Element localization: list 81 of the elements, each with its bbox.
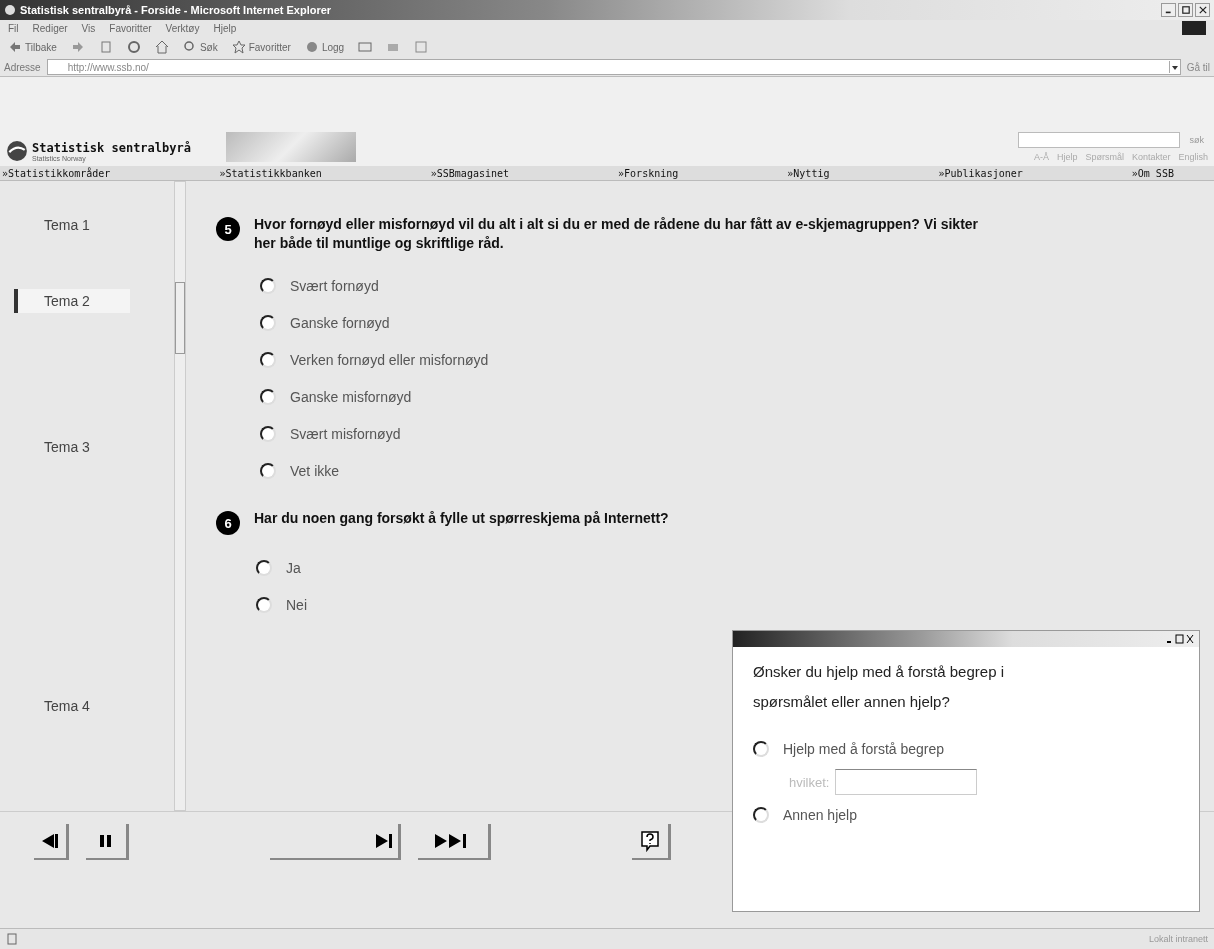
- menu-item[interactable]: Vis: [81, 22, 96, 34]
- close-button[interactable]: [1195, 3, 1210, 17]
- toolbar-button[interactable]: Favoritter: [231, 40, 291, 54]
- question-number: 6: [216, 511, 240, 535]
- window-title: Statistisk sentralbyrå - Forside - Microsoft Internet Explorer: [20, 4, 333, 16]
- toolbar-icon: [358, 40, 373, 54]
- menu-item[interactable]: Hjelp: [213, 22, 237, 34]
- toolbar-icon: [98, 40, 113, 54]
- go-button[interactable]: Gå til: [1186, 61, 1210, 73]
- topic-tab[interactable]: Tema 2: [14, 289, 130, 313]
- question-number: 5: [216, 217, 240, 241]
- radio-button[interactable]: [260, 314, 276, 331]
- menu-item[interactable]: Verktøy: [165, 22, 200, 34]
- site-name: Statistisk sentralbyrå: [32, 140, 191, 155]
- search-field[interactable]: [1017, 132, 1180, 148]
- toolbar-icon: [231, 40, 246, 54]
- toolbar-button[interactable]: Tilbake: [8, 40, 57, 54]
- address-label: Adresse: [4, 61, 41, 73]
- security-zone: Lokalt intranett: [1148, 934, 1208, 944]
- option-label: Ganske misfornøyd: [290, 388, 412, 405]
- scrollbar[interactable]: [174, 181, 186, 811]
- input-field[interactable]: [835, 769, 978, 795]
- nav-link[interactable]: »Publikasjoner: [938, 167, 1023, 179]
- radio-button[interactable]: [260, 388, 276, 405]
- nav-link[interactable]: »Statistikkbanken: [219, 167, 322, 179]
- option-label: Nei: [286, 596, 307, 613]
- nav-link[interactable]: »Statistikkområder: [2, 167, 111, 179]
- toolbar-icon: [414, 40, 429, 54]
- address-field[interactable]: http://www.ssb.no/: [46, 59, 1181, 75]
- radio-button[interactable]: [753, 741, 769, 757]
- toolbar-icon: [8, 40, 22, 54]
- toolbar-icon: [126, 40, 141, 54]
- dropdown-arrow-icon[interactable]: [1168, 61, 1180, 73]
- option-label: Vet ikke: [290, 462, 340, 479]
- radio-button[interactable]: [256, 596, 272, 613]
- menu-item[interactable]: Rediger: [32, 22, 68, 34]
- option-label: Hjelp med å forstå begrep: [783, 741, 945, 757]
- toolbar-button[interactable]: [154, 40, 169, 54]
- radio-button[interactable]: [256, 559, 272, 576]
- nav-link[interactable]: »Forskning: [618, 167, 679, 179]
- toolbar-button[interactable]: [126, 40, 141, 54]
- page-icon: [6, 933, 18, 945]
- menu-item[interactable]: Favoritter: [109, 22, 152, 34]
- radio-button[interactable]: [260, 277, 276, 294]
- nav-link[interactable]: »Om SSB: [1131, 167, 1174, 179]
- topic-tab[interactable]: Tema 4: [18, 694, 114, 718]
- maximize-button[interactable]: [1178, 3, 1193, 17]
- search-button[interactable]: søk: [1185, 134, 1208, 146]
- radio-button[interactable]: [260, 462, 276, 479]
- toolbar-icon: [70, 40, 85, 54]
- close-icon: [1198, 6, 1207, 14]
- browser-logo-icon: [4, 4, 16, 16]
- nav-link[interactable]: »Nyttig: [787, 167, 830, 179]
- skip-back-icon: [40, 831, 60, 851]
- toolbar-icon: [304, 40, 319, 54]
- help-icon: [640, 830, 660, 852]
- question-text: Hvor fornøyd eller misfornøyd vil du alt i alt si du er med de rådene du har fått av e-skjemagruppen? Vi sikter her både til muntlige og skriftlige råd.: [254, 215, 980, 253]
- toolbar-button[interactable]: Søk: [182, 40, 218, 54]
- radio-button[interactable]: [260, 425, 276, 442]
- field-label: hvilket:: [789, 774, 830, 790]
- toolbar-icon: [154, 40, 169, 54]
- toolbar-button[interactable]: Logg: [304, 40, 345, 54]
- help-question: Ønsker du hjelp med å forstå begrep i spørsmålet eller annen hjelp?: [753, 662, 1005, 712]
- option-label: Svært misfornøyd: [290, 425, 401, 442]
- nav-link[interactable]: »SSBmagasinet: [430, 167, 510, 179]
- question-text: Har du noen gang forsøkt å fylle ut spørreskjema på Internett?: [254, 509, 670, 528]
- maximize-icon: [1181, 6, 1190, 14]
- radio-button[interactable]: [753, 807, 769, 823]
- minimize-button[interactable]: [1161, 3, 1176, 17]
- topic-tab[interactable]: Tema 1: [18, 213, 114, 237]
- logo-icon: [6, 140, 28, 162]
- toolbar-icon: [182, 40, 197, 54]
- option-label: Ganske fornøyd: [290, 314, 390, 331]
- radio-button[interactable]: [260, 351, 276, 368]
- option-label: Verken fornøyd eller misfornøyd: [290, 351, 489, 368]
- option-label: Annen hjelp: [783, 807, 857, 823]
- skip-forward-icon: [374, 831, 394, 851]
- topic-tab[interactable]: Tema 3: [18, 435, 114, 459]
- option-label: Ja: [286, 559, 301, 576]
- option-label: Svært fornøyd: [290, 277, 379, 294]
- menu-item[interactable]: Fil: [8, 22, 19, 34]
